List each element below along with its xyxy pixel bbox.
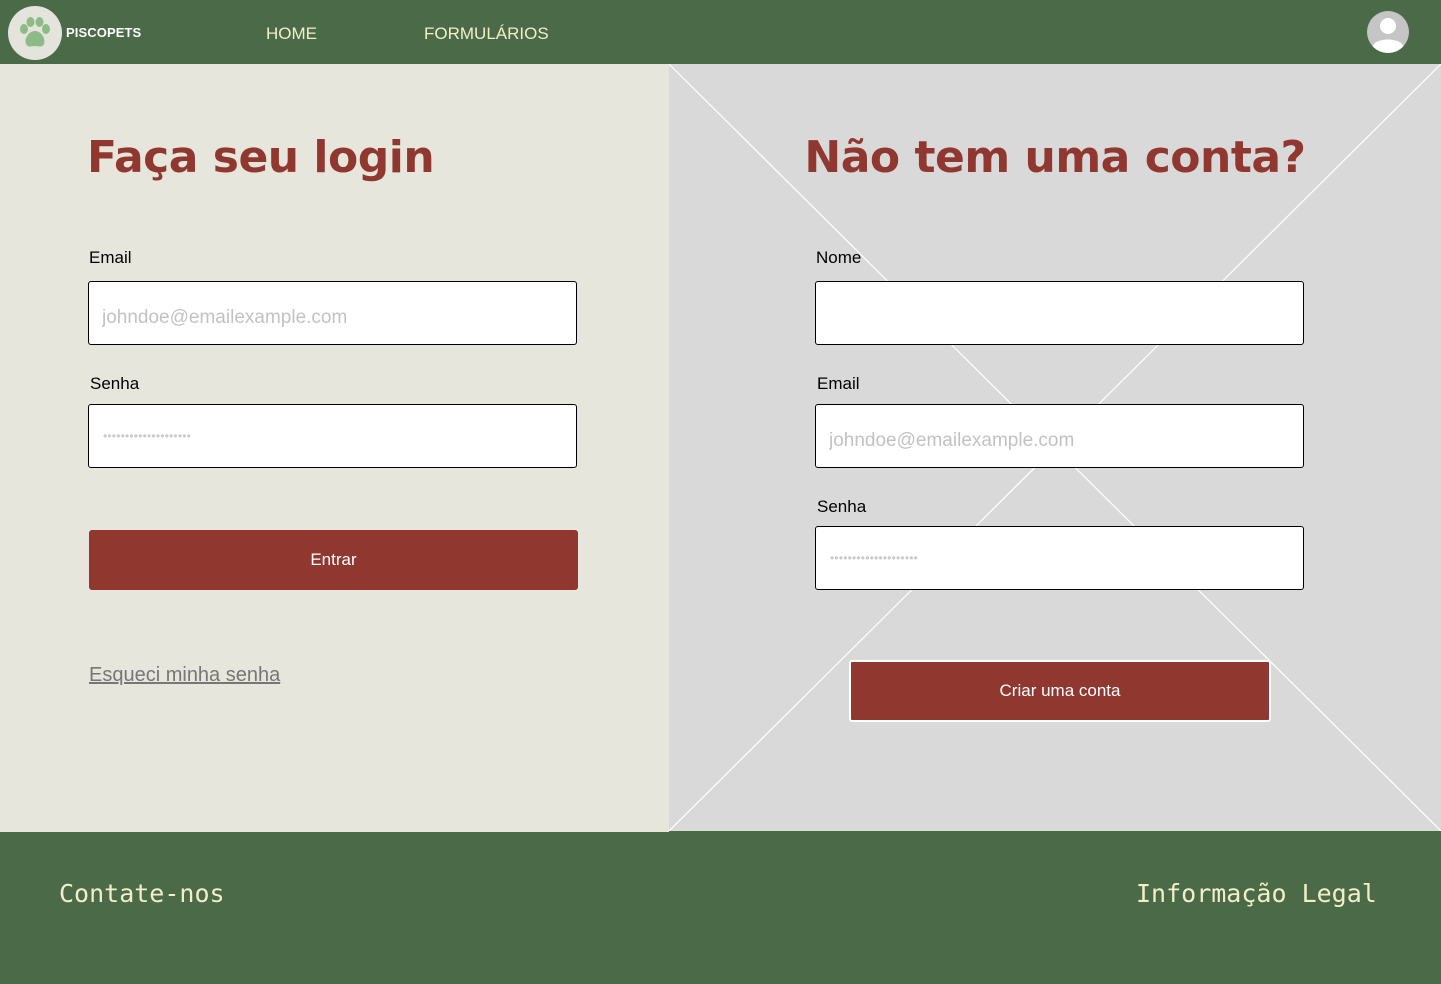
user-avatar-icon[interactable] — [1367, 11, 1409, 53]
signup-title: Não tem uma conta? — [804, 132, 1306, 183]
forgot-password-link[interactable]: Esqueci minha senha — [89, 664, 280, 687]
footer-contact-link[interactable]: Contate-nos — [59, 879, 225, 908]
nav-link-home[interactable]: HOME — [266, 24, 317, 44]
signup-password-field[interactable]: •••••••••••••••••••• — [815, 526, 1304, 590]
top-navbar: PISCOPETS HOME FORMULÁRIOS — [0, 0, 1441, 64]
signup-name-field[interactable] — [815, 281, 1304, 345]
footer-legal-link[interactable]: Informação Legal — [1136, 879, 1377, 908]
nav-link-forms[interactable]: FORMULÁRIOS — [424, 24, 549, 44]
login-password-field[interactable]: •••••••••••••••••••• — [88, 404, 577, 468]
signup-password-label: Senha — [817, 497, 867, 516]
signup-name-label: Nome — [816, 248, 862, 267]
logo[interactable] — [8, 6, 62, 60]
login-password-placeholder: •••••••••••••••••••• — [103, 429, 192, 443]
login-submit-button[interactable]: Entrar — [89, 530, 578, 590]
signup-email-field[interactable] — [815, 404, 1304, 468]
login-email-field[interactable] — [88, 281, 577, 345]
footer: Contate-nos Informação Legal — [0, 832, 1441, 984]
login-email-label: Email — [89, 248, 132, 267]
create-account-button[interactable]: Criar uma conta — [849, 660, 1271, 722]
login-panel: Faça seu login Email Senha •••••••••••••… — [0, 64, 669, 832]
signup-panel: Não tem uma conta? Nome Email Senha ••••… — [669, 64, 1441, 831]
login-title: Faça seu login — [87, 132, 435, 183]
paw-icon — [20, 17, 50, 47]
signup-email-label: Email — [817, 374, 860, 393]
login-password-label: Senha — [90, 374, 140, 393]
signup-password-placeholder: •••••••••••••••••••• — [830, 551, 919, 565]
brand-name: PISCOPETS — [66, 25, 142, 40]
